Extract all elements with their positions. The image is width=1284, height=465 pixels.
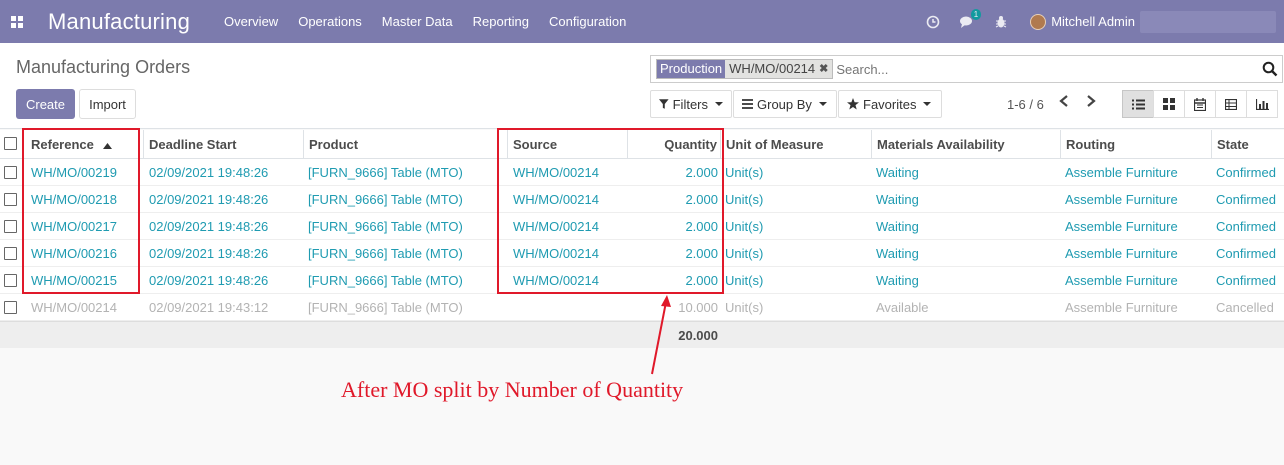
row-checkbox[interactable] — [4, 274, 17, 287]
search-icon[interactable] — [1262, 61, 1278, 80]
cell-state[interactable]: Confirmed — [1216, 186, 1276, 213]
cell-deadline-start[interactable]: 02/09/2021 19:48:26 — [149, 159, 268, 186]
annotation-arrow-icon — [651, 295, 671, 375]
cell-unit-of-measure[interactable]: Unit(s) — [725, 159, 763, 186]
chat-badge: 1 — [970, 9, 982, 20]
top-navbar: Manufacturing Overview Operations Master… — [0, 0, 1284, 43]
redacted-db-name — [1140, 10, 1276, 33]
cell-deadline-start[interactable]: 02/09/2021 19:48:26 — [149, 267, 268, 294]
source-quantity-highlight-box — [497, 128, 724, 294]
graph-view-icon[interactable] — [1246, 90, 1278, 118]
groupby-label: Group By — [757, 96, 812, 112]
row-checkbox[interactable] — [4, 301, 17, 314]
app-brand[interactable]: Manufacturing — [48, 9, 190, 35]
cell-product[interactable]: [FURN_9666] Table (MTO) — [308, 294, 463, 321]
favorites-dropdown[interactable]: Favorites — [838, 90, 942, 118]
facet-value: WH/MO/00214 — [729, 61, 816, 76]
col-materials-availability[interactable]: Materials Availability — [871, 130, 1005, 159]
page-title: Manufacturing Orders — [16, 57, 191, 77]
cell-materials-availability[interactable]: Waiting — [876, 186, 919, 213]
row-checkbox[interactable] — [4, 220, 17, 233]
facet-value-wrap: WH/MO/00214 ✖ — [725, 60, 833, 78]
cell-unit-of-measure[interactable]: Unit(s) — [725, 294, 763, 321]
cell-product[interactable]: [FURN_9666] Table (MTO) — [308, 159, 463, 186]
groupby-dropdown[interactable]: Group By — [733, 90, 837, 118]
cell-deadline-start[interactable]: 02/09/2021 19:48:26 — [149, 213, 268, 240]
filters-label: Filters — [672, 96, 708, 112]
view-switcher — [1122, 90, 1278, 118]
cell-routing[interactable]: Assemble Furniture — [1065, 213, 1178, 240]
debug-bug-icon[interactable] — [984, 0, 1018, 43]
cell-unit-of-measure[interactable]: Unit(s) — [725, 240, 763, 267]
cell-state[interactable]: Cancelled — [1216, 294, 1274, 321]
cell-reference[interactable]: WH/MO/00214 — [31, 294, 117, 321]
select-all-checkbox[interactable] — [4, 137, 17, 150]
import-button[interactable]: Import — [79, 89, 136, 119]
cell-product[interactable]: [FURN_9666] Table (MTO) — [308, 186, 463, 213]
cell-state[interactable]: Confirmed — [1216, 240, 1276, 267]
cell-deadline-start[interactable]: 02/09/2021 19:48:26 — [149, 186, 268, 213]
apps-menu-icon[interactable] — [2, 0, 32, 43]
list-view-icon[interactable] — [1122, 90, 1154, 118]
reference-highlight-box — [22, 128, 140, 294]
kanban-view-icon[interactable] — [1153, 90, 1185, 118]
groupby-icon — [742, 99, 753, 109]
filter-icon — [659, 99, 669, 109]
cell-routing[interactable]: Assemble Furniture — [1065, 240, 1178, 267]
search-input[interactable] — [836, 61, 1257, 77]
col-unit-of-measure[interactable]: Unit of Measure — [720, 130, 824, 159]
menu-reporting[interactable]: Reporting — [473, 14, 529, 29]
pager-previous-icon[interactable] — [1058, 94, 1070, 113]
menu-configuration[interactable]: Configuration — [549, 14, 626, 29]
calendar-view-icon[interactable] — [1184, 90, 1216, 118]
user-avatar[interactable] — [1030, 13, 1047, 30]
cell-routing[interactable]: Assemble Furniture — [1065, 186, 1178, 213]
pager-next-icon[interactable] — [1085, 94, 1097, 113]
cell-unit-of-measure[interactable]: Unit(s) — [725, 267, 763, 294]
control-panel: Manufacturing Orders Create Import Produ… — [0, 43, 1284, 129]
menu-overview[interactable]: Overview — [224, 14, 278, 29]
cell-product[interactable]: [FURN_9666] Table (MTO) — [308, 213, 463, 240]
col-routing[interactable]: Routing — [1060, 130, 1115, 159]
cell-unit-of-measure[interactable]: Unit(s) — [725, 213, 763, 240]
row-checkbox[interactable] — [4, 247, 17, 260]
activity-clock-icon[interactable] — [916, 0, 950, 43]
row-checkbox[interactable] — [4, 166, 17, 179]
cell-routing[interactable]: Assemble Furniture — [1065, 159, 1178, 186]
cell-materials-availability[interactable]: Waiting — [876, 213, 919, 240]
cell-product[interactable]: [FURN_9666] Table (MTO) — [308, 240, 463, 267]
cell-deadline-start[interactable]: 02/09/2021 19:43:12 — [149, 294, 268, 321]
annotation-text: After MO split by Number of Quantity — [341, 377, 684, 402]
facet-category: Production — [657, 60, 726, 78]
menu-master-data[interactable]: Master Data — [382, 14, 453, 29]
cell-routing[interactable]: Assemble Furniture — [1065, 294, 1178, 321]
cell-materials-availability[interactable]: Waiting — [876, 240, 919, 267]
cell-state[interactable]: Confirmed — [1216, 159, 1276, 186]
star-icon — [847, 98, 859, 110]
filters-dropdown[interactable]: Filters — [650, 90, 732, 118]
create-button[interactable]: Create — [16, 89, 75, 119]
chat-icon[interactable]: 1 — [950, 0, 984, 43]
cell-unit-of-measure[interactable]: Unit(s) — [725, 186, 763, 213]
cell-materials-availability[interactable]: Available — [876, 294, 929, 321]
cell-state[interactable]: Confirmed — [1216, 267, 1276, 294]
cell-materials-availability[interactable]: Waiting — [876, 159, 919, 186]
col-deadline-start[interactable]: Deadline Start — [143, 130, 236, 159]
pivot-view-icon[interactable] — [1215, 90, 1247, 118]
pager-value[interactable]: 1-6 / 6 — [1007, 97, 1044, 112]
menu-operations[interactable]: Operations — [298, 14, 362, 29]
row-checkbox[interactable] — [4, 193, 17, 206]
cell-materials-availability[interactable]: Waiting — [876, 267, 919, 294]
cell-product[interactable]: [FURN_9666] Table (MTO) — [308, 267, 463, 294]
cell-state[interactable]: Confirmed — [1216, 213, 1276, 240]
favorites-label: Favorites — [863, 96, 917, 112]
cell-routing[interactable]: Assemble Furniture — [1065, 267, 1178, 294]
col-product[interactable]: Product — [303, 130, 358, 159]
cell-deadline-start[interactable]: 02/09/2021 19:48:26 — [149, 240, 268, 267]
search-facet[interactable]: Production WH/MO/00214 ✖ — [656, 59, 834, 79]
search-box[interactable]: Production WH/MO/00214 ✖ — [650, 55, 1283, 83]
col-state[interactable]: State — [1211, 130, 1249, 159]
remove-facet-icon[interactable]: ✖ — [819, 60, 828, 78]
user-name[interactable]: Mitchell Admin — [1051, 14, 1135, 29]
